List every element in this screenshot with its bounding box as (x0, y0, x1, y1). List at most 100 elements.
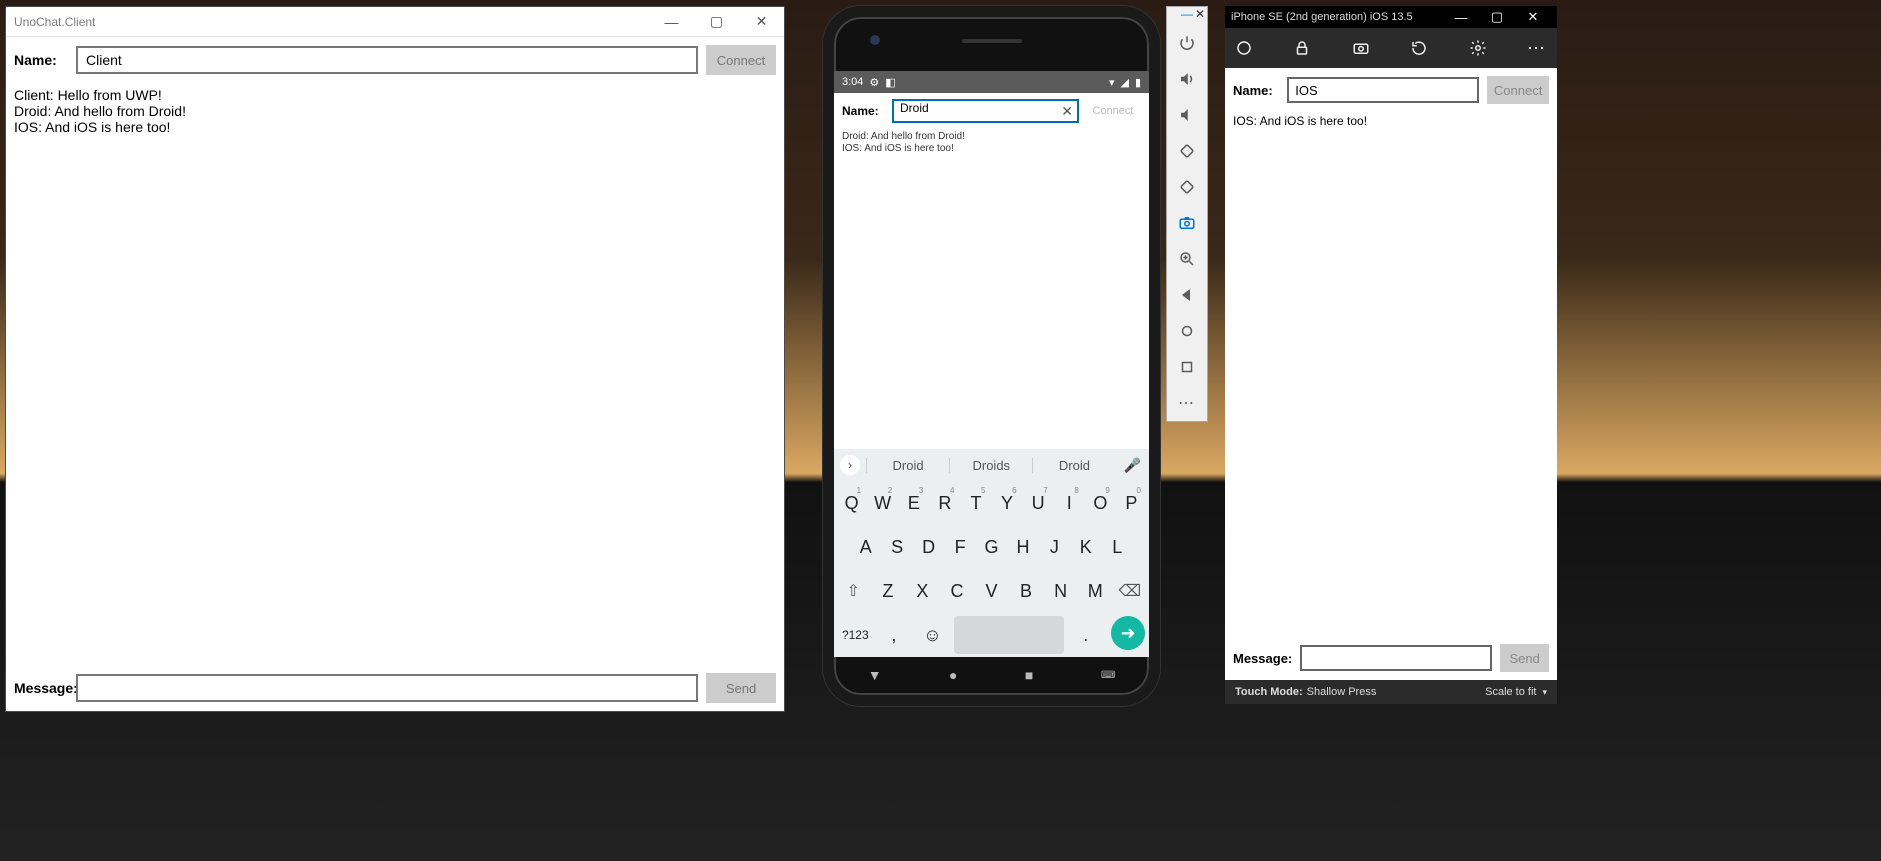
android-nav-bar: ▼ ● ■ ⌨ (834, 661, 1149, 689)
screenshot-icon[interactable] (1352, 39, 1370, 57)
period-key[interactable]: . (1068, 616, 1103, 654)
ios-toolbar: ⋯ (1225, 28, 1557, 68)
comma-key[interactable]: , (877, 616, 912, 654)
volume-down-icon[interactable] (1167, 97, 1207, 133)
minimize-button[interactable]: — (1181, 7, 1193, 25)
key-v[interactable]: V (976, 572, 1007, 610)
key-q[interactable]: Q1 (838, 484, 865, 522)
signal-icon: ◢ (1120, 76, 1128, 89)
message-input[interactable] (76, 674, 698, 702)
key-t[interactable]: T5 (962, 484, 989, 522)
ios-screen: Name: Connect IOS: And iOS is here too! … (1225, 68, 1557, 680)
connect-button[interactable]: Connect (1085, 105, 1141, 117)
mic-icon[interactable]: 🎤 (1116, 457, 1149, 474)
enter-key[interactable]: ➜ (1111, 616, 1145, 650)
volume-up-icon[interactable] (1167, 61, 1207, 97)
key-z[interactable]: Z (873, 572, 904, 610)
key-w[interactable]: W2 (869, 484, 896, 522)
back-icon[interactable]: ▼ (868, 667, 882, 683)
more-icon[interactable]: ⋯ (1167, 385, 1207, 421)
keyboard-suggestions: › Droid Droids Droid 🎤 (834, 449, 1149, 481)
home-icon[interactable] (1167, 313, 1207, 349)
key-p[interactable]: P0 (1118, 484, 1145, 522)
suggestion[interactable]: Droids (949, 458, 1032, 473)
key-n[interactable]: N (1045, 572, 1076, 610)
name-input[interactable] (76, 46, 698, 74)
scale-dropdown[interactable]: Scale to fit (1485, 686, 1536, 698)
key-m[interactable]: M (1080, 572, 1111, 610)
screenshot-icon[interactable] (1167, 205, 1207, 241)
key-f[interactable]: F (946, 528, 973, 566)
chevron-down-icon[interactable]: ▾ (1542, 687, 1547, 698)
more-icon[interactable]: ⋯ (1527, 38, 1547, 59)
name-label: Name: (842, 104, 886, 118)
reboot-icon[interactable] (1410, 39, 1428, 57)
send-button[interactable]: Send (1500, 644, 1549, 672)
uwp-titlebar[interactable]: UnoChat.Client — ▢ ✕ (6, 7, 784, 37)
ios-titlebar[interactable]: iPhone SE (2nd generation) iOS 13.5 — ▢ … (1225, 6, 1557, 28)
ios-message-row: Message: Send (1225, 636, 1557, 680)
connect-button[interactable]: Connect (1487, 76, 1549, 104)
settings-icon[interactable] (1469, 39, 1487, 57)
close-button[interactable]: ✕ (1515, 9, 1551, 25)
clear-icon[interactable]: ✕ (1061, 103, 1073, 120)
key-l[interactable]: L (1104, 528, 1131, 566)
symbols-key[interactable]: ?123 (838, 616, 873, 654)
key-k[interactable]: K (1072, 528, 1099, 566)
rotate-left-icon[interactable] (1167, 133, 1207, 169)
key-s[interactable]: S (883, 528, 910, 566)
power-icon[interactable] (1167, 25, 1207, 61)
maximize-button[interactable]: ▢ (1479, 9, 1515, 25)
touch-mode-value[interactable]: Shallow Press (1307, 686, 1377, 698)
close-button[interactable]: ✕ (739, 7, 784, 37)
key-d[interactable]: D (915, 528, 942, 566)
android-emulator-toolbar: — ✕ ⋯ (1166, 6, 1208, 422)
maximize-button[interactable]: ▢ (694, 7, 739, 37)
key-i[interactable]: I8 (1056, 484, 1083, 522)
ios-title: iPhone SE (2nd generation) iOS 13.5 (1231, 11, 1413, 23)
overview-icon[interactable] (1167, 349, 1207, 385)
key-b[interactable]: B (1011, 572, 1042, 610)
front-camera-icon (870, 35, 880, 45)
minimize-button[interactable]: — (649, 7, 694, 37)
key-r[interactable]: R4 (931, 484, 958, 522)
uwp-window: UnoChat.Client — ▢ ✕ Name: Connect Clien… (5, 6, 785, 712)
backspace-key[interactable]: ⌫ (1114, 572, 1145, 610)
close-button[interactable]: ✕ (1195, 7, 1205, 25)
shift-key[interactable]: ⇧ (838, 572, 869, 610)
send-button[interactable]: Send (706, 673, 776, 703)
overview-icon[interactable]: ■ (1025, 667, 1033, 683)
key-c[interactable]: C (942, 572, 973, 610)
suggestion[interactable]: Droid (866, 458, 949, 473)
rotate-right-icon[interactable] (1167, 169, 1207, 205)
name-label: Name: (1233, 83, 1279, 98)
message-list: IOS: And iOS is here too! (1225, 112, 1557, 636)
minimize-button[interactable]: — (1443, 10, 1479, 25)
key-h[interactable]: H (1009, 528, 1036, 566)
key-j[interactable]: J (1041, 528, 1068, 566)
lock-icon[interactable] (1293, 39, 1311, 57)
expand-icon[interactable]: › (840, 455, 860, 475)
key-g[interactable]: G (978, 528, 1005, 566)
name-input[interactable] (1287, 77, 1479, 103)
home-icon[interactable] (1235, 39, 1253, 57)
key-y[interactable]: Y6 (994, 484, 1021, 522)
android-status-bar: 3:04 ⚙ ◧ ▾ ◢ ▮ (834, 71, 1149, 93)
key-o[interactable]: O9 (1087, 484, 1114, 522)
message-list: Droid: And hello from Droid! IOS: And iO… (834, 129, 1149, 449)
suggestion[interactable]: Droid (1032, 458, 1115, 473)
zoom-icon[interactable] (1167, 241, 1207, 277)
home-icon[interactable]: ● (949, 667, 957, 683)
ios-status-bar: Touch Mode: Shallow Press Scale to fit ▾ (1225, 680, 1557, 704)
space-key[interactable] (954, 616, 1065, 654)
emoji-key[interactable]: ☺ (915, 616, 950, 654)
key-u[interactable]: U7 (1025, 484, 1052, 522)
name-input[interactable]: Droid ✕ (892, 99, 1079, 123)
connect-button[interactable]: Connect (706, 45, 776, 75)
keyboard-switch-icon[interactable]: ⌨ (1101, 670, 1115, 681)
message-input[interactable] (1300, 645, 1492, 671)
key-x[interactable]: X (907, 572, 938, 610)
key-a[interactable]: A (852, 528, 879, 566)
back-icon[interactable] (1167, 277, 1207, 313)
key-e[interactable]: E3 (900, 484, 927, 522)
